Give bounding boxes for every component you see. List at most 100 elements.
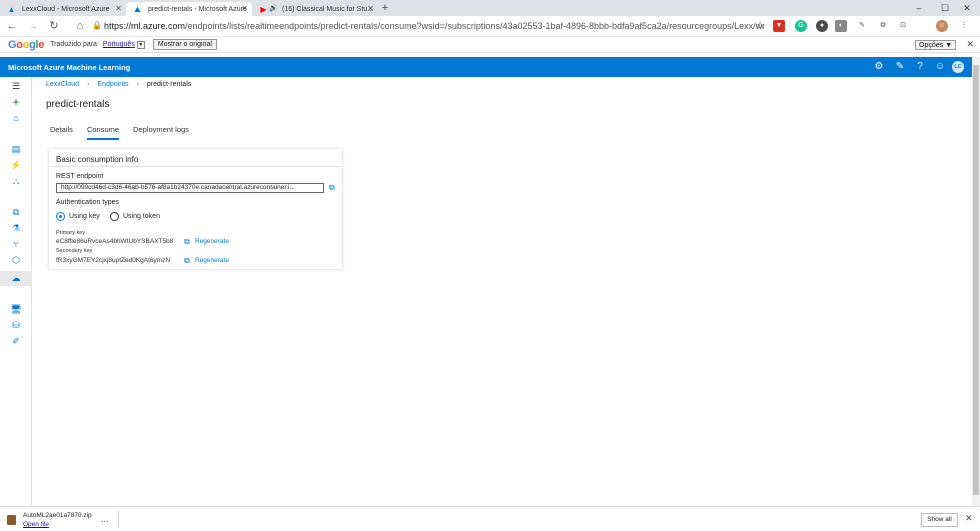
hamburger-menu-icon[interactable]: ☰ bbox=[10, 80, 22, 92]
speaker-icon[interactable]: 🔊 bbox=[269, 4, 278, 12]
app-title[interactable]: Microsoft Azure Machine Learning bbox=[8, 63, 130, 72]
browser-menu-icon[interactable]: ⋮ bbox=[958, 20, 970, 32]
forward-icon[interactable]: → bbox=[24, 17, 42, 35]
download-more-icon[interactable]: ... bbox=[101, 514, 109, 524]
tab-title: (16) Classical Music for Stu... bbox=[282, 5, 374, 13]
show-all-button[interactable]: Show all bbox=[921, 513, 958, 527]
breadcrumb-current: predict-rentals bbox=[146, 81, 192, 88]
auth-types-label: Authentication types bbox=[56, 199, 120, 206]
smiley-feedback-icon[interactable]: ☺ bbox=[933, 60, 947, 74]
tab-title: LexxCloud - Microsoft Azure bbox=[22, 5, 110, 13]
designer-icon[interactable]: ⛬ bbox=[10, 175, 22, 187]
pipelines-icon[interactable]: ⑂ bbox=[10, 238, 22, 250]
breadcrumb-endpoints-link[interactable]: Endpoints bbox=[97, 81, 128, 88]
url-path: /endpoints/lists/realtimeendpoints/predi… bbox=[185, 21, 764, 31]
primary-key-value: eC8ffle86uRvceAs4bhWtUbYSBAXT5b8 bbox=[56, 238, 174, 245]
translate-options-button[interactable]: Opções ▼ bbox=[915, 40, 956, 50]
page-title: predict-rentals bbox=[46, 99, 110, 110]
azure-ml-icon: ⛰ bbox=[134, 5, 141, 14]
tab-details[interactable]: Details bbox=[50, 125, 73, 140]
rest-endpoint-field[interactable]: http://099cd46d-c3d6-46ab-b576-af8a1b243… bbox=[56, 183, 324, 193]
datastores-icon[interactable]: ⛁ bbox=[10, 319, 22, 331]
help-icon[interactable]: ? bbox=[913, 60, 927, 74]
using-token-label[interactable]: Using token bbox=[123, 213, 160, 220]
feedback-icon[interactable]: ✎ bbox=[893, 60, 907, 74]
azure-icon: ▲ bbox=[7, 5, 16, 14]
tab-deployment-logs[interactable]: Deployment logs bbox=[133, 125, 189, 140]
secondary-key-label: Secondary key bbox=[56, 248, 93, 254]
url-field[interactable]: https://ml.azure.com/endpoints/lists/rea… bbox=[104, 19, 764, 34]
youtube-icon: ▶ bbox=[260, 5, 267, 14]
left-nav-sidebar: ☰ + ⌂ ▤ ⚡ ⛬ ⧉ ⚗ ⑂ ⬡ ☁ 🖥 ⛁ ✐ bbox=[0, 77, 32, 506]
browser-tab-predict-rentals[interactable]: ⛰ predict-rentals - Microsoft Azure ✕ bbox=[126, 2, 252, 16]
experiments-icon[interactable]: ⚗ bbox=[10, 222, 22, 234]
page-tabs: Details Consume Deployment logs bbox=[50, 125, 189, 140]
lock-icon[interactable]: 🔒 bbox=[92, 21, 102, 30]
regenerate-primary-link[interactable]: Regenerate bbox=[195, 238, 229, 245]
scrollbar-thumb[interactable] bbox=[973, 65, 979, 495]
azure-ml-header: Microsoft Azure Machine Learning ⚙ ✎ ? ☺… bbox=[0, 57, 972, 77]
chevron-right-icon: › bbox=[136, 81, 139, 88]
window-close-button[interactable]: ✕ bbox=[952, 0, 980, 16]
chevron-right-icon: › bbox=[87, 81, 90, 88]
home-icon[interactable]: ⌂ bbox=[71, 17, 89, 35]
browser-tab-strip: ▲ LexxCloud - Microsoft Azure ✕ ⛰ predic… bbox=[0, 0, 980, 16]
tab-title: predict-rentals - Microsoft Azure bbox=[148, 5, 247, 13]
download-filename[interactable]: AutoML2ae01a7870.zip bbox=[23, 512, 92, 519]
translate-close-icon[interactable]: ✕ bbox=[966, 39, 974, 50]
zip-file-icon bbox=[7, 515, 16, 525]
shield-extension-icon[interactable]: ▼ bbox=[773, 20, 785, 32]
copy-secondary-key-icon[interactable]: ⧉ bbox=[184, 256, 190, 266]
extension-icon[interactable]: ● bbox=[816, 20, 828, 32]
download-close-icon[interactable]: ✕ bbox=[965, 513, 973, 524]
new-tab-button[interactable]: + bbox=[378, 2, 392, 16]
regenerate-secondary-link[interactable]: Regenerate bbox=[195, 257, 229, 264]
close-tab-icon[interactable]: ✕ bbox=[241, 4, 248, 13]
translate-extension-icon[interactable]: ◐ bbox=[835, 20, 847, 32]
show-original-button[interactable]: Mostrar o original bbox=[152, 39, 217, 50]
open-file-link[interactable]: Open file bbox=[23, 521, 49, 528]
using-token-radio[interactable] bbox=[110, 212, 119, 221]
settings-gear-icon[interactable]: ⚙ bbox=[872, 60, 886, 74]
notebook-icon[interactable]: ▤ bbox=[10, 143, 22, 155]
compute-icon[interactable]: 🖥 bbox=[10, 303, 22, 315]
user-avatar[interactable]: LC bbox=[952, 61, 964, 73]
reload-icon[interactable]: ↻ bbox=[45, 17, 63, 35]
automl-icon[interactable]: ⚡ bbox=[10, 159, 22, 171]
download-divider bbox=[118, 511, 119, 528]
back-icon[interactable]: ← bbox=[3, 17, 21, 35]
using-key-radio[interactable] bbox=[56, 212, 65, 221]
cast-extension-icon[interactable]: ⧉ bbox=[877, 20, 889, 32]
models-icon[interactable]: ⬡ bbox=[10, 254, 22, 266]
edit-extension-icon[interactable]: ✎ bbox=[856, 20, 868, 32]
download-shelf: AutoML2ae01a7870.zip Open file ... Show … bbox=[0, 506, 980, 531]
page-scrollbar[interactable] bbox=[972, 57, 980, 506]
browser-tab-lexxcloud[interactable]: ▲ LexxCloud - Microsoft Azure ✕ bbox=[0, 2, 126, 16]
data-labeling-icon[interactable]: ✐ bbox=[10, 335, 22, 347]
tab-consume[interactable]: Consume bbox=[86, 125, 120, 140]
copy-endpoint-icon[interactable]: ⧉ bbox=[329, 183, 335, 193]
profile-avatar-icon[interactable]: ☺ bbox=[936, 20, 948, 32]
card-title: Basic consumption info bbox=[56, 155, 139, 164]
using-key-label[interactable]: Using key bbox=[69, 213, 100, 220]
close-tab-icon[interactable]: ✕ bbox=[115, 4, 122, 13]
bookmark-star-icon[interactable]: ☆ bbox=[751, 17, 769, 35]
plus-icon[interactable]: + bbox=[10, 96, 22, 108]
language-dropdown-icon[interactable]: ▼ bbox=[136, 40, 145, 49]
endpoints-icon[interactable]: ☁ bbox=[10, 272, 22, 284]
tab-search-icon[interactable]: ⊡ bbox=[897, 20, 909, 32]
home-icon[interactable]: ⌂ bbox=[10, 112, 22, 124]
copy-primary-key-icon[interactable]: ⧉ bbox=[184, 237, 190, 247]
grammarly-extension-icon[interactable]: G bbox=[795, 20, 807, 32]
datasets-icon[interactable]: ⧉ bbox=[10, 206, 22, 218]
language-link[interactable]: Português bbox=[103, 41, 135, 48]
secondary-key-value: fR3xyGM7EY2cjxj8uptZed0KgAt6ymzN bbox=[56, 257, 171, 264]
rest-endpoint-label: REST endpoint bbox=[56, 173, 104, 180]
browser-tab-youtube[interactable]: ▶ 🔊 (16) Classical Music for Stu... ✕ bbox=[252, 2, 378, 16]
close-tab-icon[interactable]: ✕ bbox=[367, 4, 374, 13]
breadcrumb-workspace-link[interactable]: LexxCloud bbox=[46, 81, 79, 88]
google-logo: Google bbox=[8, 38, 45, 51]
breadcrumb: LexxCloud › Endpoints › predict-rentals bbox=[46, 81, 191, 88]
translate-bar: Google Traduzido para: Português ▼ Mostr… bbox=[0, 37, 980, 53]
translated-label: Traduzido para: bbox=[50, 41, 99, 48]
